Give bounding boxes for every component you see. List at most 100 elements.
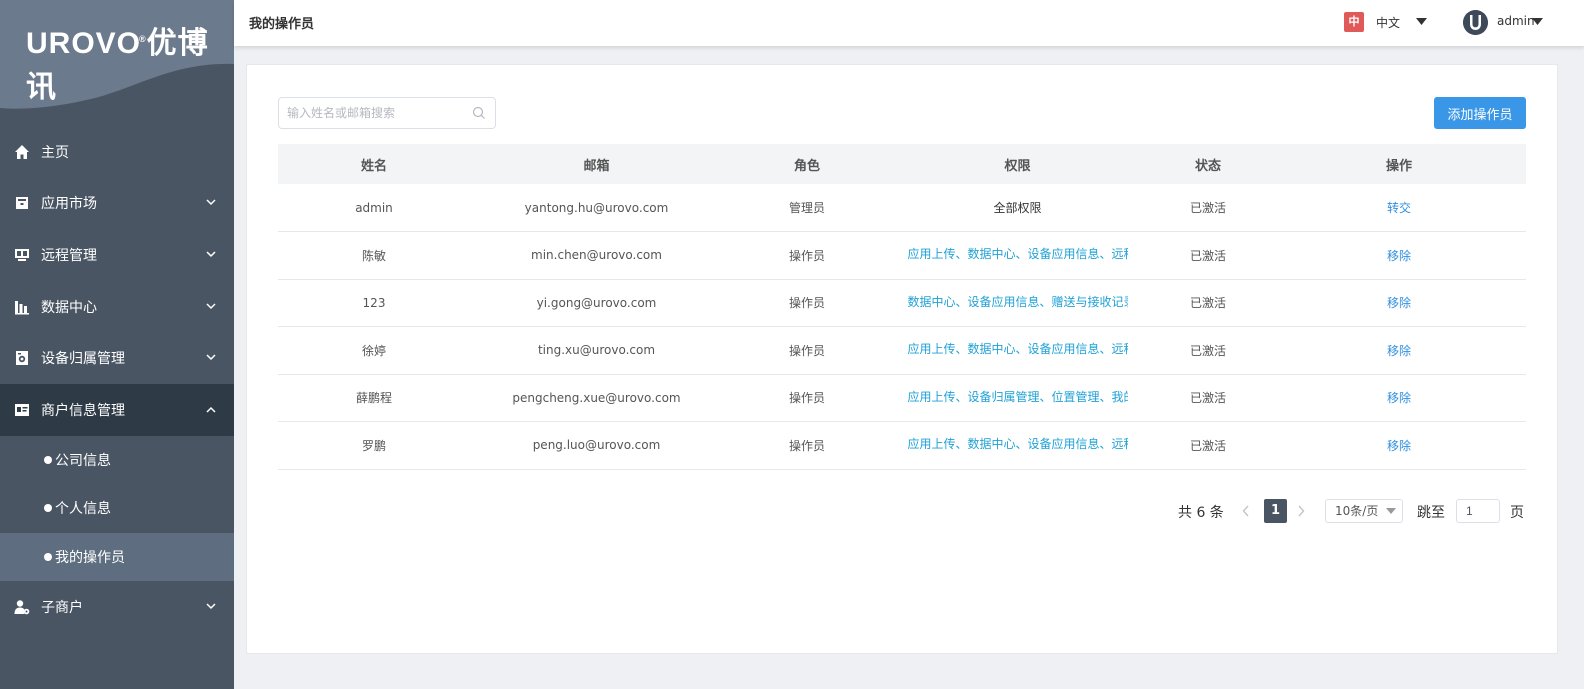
chevron-down-icon	[206, 603, 216, 609]
id-card-icon	[14, 402, 30, 418]
cell-role: 操作员	[788, 438, 825, 453]
sidebar-item-app-market[interactable]: 应用市场	[0, 178, 234, 230]
remove-link[interactable]: 移除	[1387, 296, 1411, 310]
logo-area: UROVO®优博讯	[0, 0, 234, 113]
column-header-actions: 操作	[1385, 158, 1412, 174]
pagination: 共 6 条 1 10条/页 跳至 页	[247, 499, 1559, 525]
sidebar-item-home[interactable]: 主页	[0, 126, 234, 178]
total-count: 共 6 条	[1178, 505, 1224, 521]
cell-permissions[interactable]: 应用上传、设备归属管理、位置管理、我的	[908, 388, 1128, 405]
caret-down-icon	[1386, 508, 1396, 514]
cell-role: 操作员	[788, 248, 825, 263]
column-header-role: 角色	[793, 158, 820, 174]
current-page[interactable]: 1	[1264, 499, 1287, 523]
cell-name: 徐婷	[361, 343, 386, 358]
column-header-name: 姓名	[360, 158, 387, 174]
page-size-select[interactable]: 10条/页	[1325, 499, 1403, 523]
sidebar-subitem-label: 我的操作员	[55, 549, 125, 566]
avatar[interactable]	[1463, 10, 1488, 35]
sidebar-item-merchant-info[interactable]: 商户信息管理	[0, 383, 234, 436]
cell-name: 罗鹏	[361, 438, 386, 453]
jump-label: 跳至	[1417, 505, 1445, 521]
app-store-icon	[14, 195, 30, 211]
sidebar-item-label: 远程管理	[41, 247, 97, 264]
page-suffix: 页	[1510, 505, 1524, 521]
cell-permissions[interactable]: 应用上传、数据中心、设备应用信息、远程	[908, 435, 1128, 452]
sidebar-item-label: 数据中心	[41, 299, 97, 316]
remote-icon	[14, 247, 30, 263]
sidebar-item-label: 子商户	[41, 599, 83, 616]
sidebar-item-device-ownership[interactable]: 设备归属管理	[0, 332, 234, 384]
language-selector[interactable]: 中文	[1376, 14, 1400, 31]
cell-name: 陈敏	[361, 248, 386, 263]
cell-role: 操作员	[788, 296, 825, 311]
sidebar-item-label: 应用市场	[41, 196, 97, 213]
table-row: 薛鹏程 pengcheng.xue@urovo.com 操作员 应用上传、设备归…	[278, 374, 1526, 422]
cell-email: yantong.hu@urovo.com	[524, 200, 669, 215]
sidebar-item-sub-merchant[interactable]: 子商户	[0, 581, 234, 633]
cell-role: 管理员	[788, 201, 825, 215]
sidebar-subitem-my-operators[interactable]: 我的操作员	[0, 532, 234, 582]
cell-name: 薛鹏程	[355, 391, 392, 406]
cell-role: 操作员	[788, 391, 825, 406]
table-row: 罗鹏 peng.luo@urovo.com 操作员 应用上传、数据中心、设备应用…	[278, 422, 1526, 469]
operators-table: 姓名 邮箱 角色 权限 状态 操作 admin yantong.hu@urovo…	[278, 144, 1526, 470]
cell-permissions: 全部权限	[993, 201, 1042, 215]
sidebar-item-label: 主页	[41, 144, 69, 161]
chevron-down-icon	[206, 199, 216, 206]
device-icon	[14, 350, 30, 366]
search-box	[278, 97, 496, 129]
remove-link[interactable]: 移除	[1387, 391, 1411, 405]
add-operator-button[interactable]: 添加操作员	[1434, 97, 1526, 129]
sidebar-item-data-center[interactable]: 数据中心	[0, 281, 234, 333]
language-flag-icon[interactable]: 中	[1344, 12, 1364, 32]
cell-email: min.chen@urovo.com	[531, 248, 662, 263]
remove-link[interactable]: 移除	[1387, 439, 1411, 453]
caret-down-icon[interactable]	[1532, 18, 1543, 25]
sidebar-item-label: 商户信息管理	[41, 402, 125, 419]
cell-status: 已激活	[1189, 438, 1226, 453]
search-icon[interactable]	[472, 106, 486, 120]
cell-status: 已激活	[1189, 343, 1226, 358]
chevron-up-icon	[206, 406, 216, 413]
sidebar-subitem-personal-info[interactable]: 个人信息	[0, 484, 234, 533]
top-header: 我的操作员 中 中文 admin	[234, 0, 1584, 46]
table-row: 徐婷 ting.xu@urovo.com 操作员 应用上传、数据中心、设备应用信…	[278, 327, 1526, 374]
remove-link[interactable]: 移除	[1387, 249, 1411, 263]
cell-role: 操作员	[788, 343, 825, 358]
remove-link[interactable]: 移除	[1387, 344, 1411, 358]
page-size-value: 10条/页	[1335, 504, 1379, 518]
cell-email: peng.luo@urovo.com	[532, 438, 661, 453]
column-header-status: 状态	[1194, 158, 1221, 174]
table-row: admin yantong.hu@urovo.com 管理员 全部权限 已激活 …	[278, 184, 1526, 232]
search-input[interactable]	[279, 98, 459, 128]
sidebar-item-label: 设备归属管理	[41, 351, 125, 368]
table-header-row: 姓名 邮箱 角色 权限 状态 操作	[278, 144, 1526, 184]
chevron-down-icon	[206, 303, 216, 309]
sidebar-item-remote[interactable]: 远程管理	[0, 229, 234, 281]
caret-down-icon[interactable]	[1416, 18, 1427, 25]
cell-permissions[interactable]: 应用上传、数据中心、设备应用信息、远程	[908, 245, 1128, 262]
cell-permissions[interactable]: 数据中心、设备应用信息、赠送与接收记录	[908, 293, 1128, 310]
bullet-icon	[44, 504, 52, 513]
user-menu[interactable]: admin	[1497, 14, 1535, 28]
jump-page-input[interactable]	[1456, 499, 1500, 523]
transfer-link[interactable]: 转交	[1387, 201, 1411, 215]
brand-logo[interactable]: UROVO®优博讯	[26, 18, 234, 106]
column-header-permissions: 权限	[1004, 158, 1031, 174]
cell-status: 已激活	[1189, 296, 1226, 311]
chevron-down-icon	[206, 251, 216, 258]
sidebar-subitem-company-info[interactable]: 公司信息	[0, 435, 234, 485]
next-page-icon[interactable]	[1297, 505, 1305, 517]
operators-card: 添加操作员 姓名 邮箱 角色 权限 状态 操作 admin yantong.hu…	[246, 64, 1558, 654]
cell-email: ting.xu@urovo.com	[537, 343, 656, 358]
prev-page-icon[interactable]	[1242, 505, 1250, 517]
table-row: 陈敏 min.chen@urovo.com 操作员 应用上传、数据中心、设备应用…	[278, 232, 1526, 279]
cell-status: 已激活	[1189, 201, 1226, 215]
cell-email: pengcheng.xue@urovo.com	[512, 390, 681, 405]
sidebar-nav: 主页 应用市场 远程管理 数据中心 设备归属管理 商户信息管理 公司信息 个人信…	[0, 126, 234, 633]
home-icon	[14, 144, 30, 160]
sidebar-subitem-label: 个人信息	[55, 501, 111, 518]
page-title: 我的操作员	[249, 17, 315, 32]
cell-permissions[interactable]: 应用上传、数据中心、设备应用信息、远程	[908, 340, 1128, 357]
